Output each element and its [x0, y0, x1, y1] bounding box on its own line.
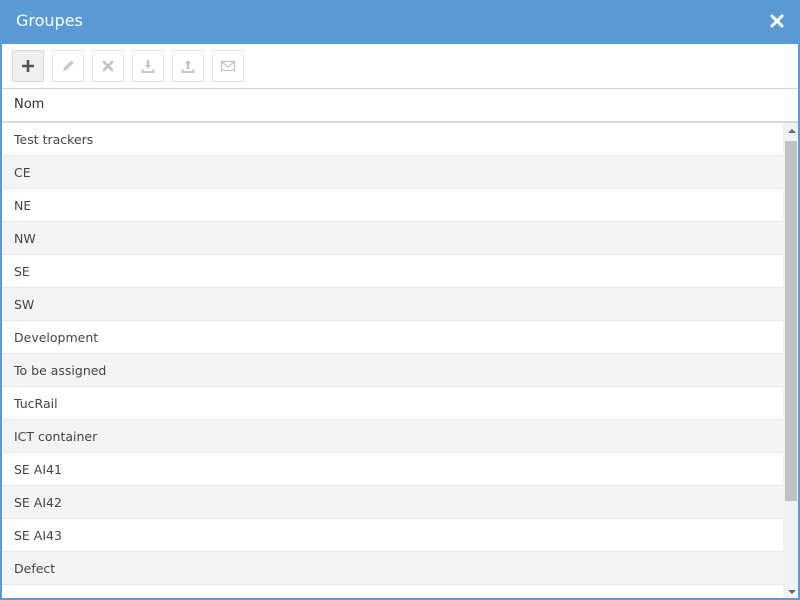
row-label: Test trackers: [14, 132, 94, 147]
delete-button[interactable]: [92, 50, 124, 82]
groups-dialog: Groupes Nom Test trackers CE NE NW SE SW…: [0, 0, 800, 600]
table-row[interactable]: SE: [2, 255, 783, 288]
table-row[interactable]: NE: [2, 189, 783, 222]
import-button[interactable]: [132, 50, 164, 82]
scroll-up-arrow-icon: [787, 129, 796, 133]
row-label: Development: [14, 330, 99, 345]
table-row[interactable]: NW: [2, 222, 783, 255]
x-icon: [102, 60, 114, 72]
add-button[interactable]: [12, 50, 44, 82]
row-label: NE: [14, 198, 32, 213]
scrollbar-thumb[interactable]: [785, 141, 797, 501]
table-row[interactable]: SW: [2, 288, 783, 321]
row-label: SE AI41: [14, 462, 62, 477]
row-label: CE: [14, 165, 31, 180]
groups-list: Test trackers CE NE NW SE SW Development…: [2, 123, 783, 598]
column-header-name[interactable]: Nom: [2, 89, 798, 123]
download-icon: [141, 60, 155, 73]
table-row[interactable]: SE AI43: [2, 519, 783, 552]
scroll-down-button[interactable]: [783, 584, 798, 598]
close-icon: [770, 14, 784, 28]
row-label: SW: [14, 297, 35, 312]
table-row[interactable]: Defect: [2, 552, 783, 585]
plus-icon: [22, 60, 34, 72]
table-row[interactable]: ...: [2, 585, 783, 598]
row-label: ICT container: [14, 429, 98, 444]
row-label: SE AI43: [14, 528, 62, 543]
close-button[interactable]: [768, 12, 786, 30]
row-label: NW: [14, 231, 36, 246]
pencil-icon: [63, 60, 74, 71]
row-label: ...: [14, 594, 26, 598]
row-label: To be assigned: [14, 363, 107, 378]
upload-icon: [181, 60, 195, 73]
scroll-up-button[interactable]: [783, 123, 798, 139]
envelope-icon: [220, 60, 236, 72]
table-row[interactable]: To be assigned: [2, 354, 783, 387]
row-label: SE AI42: [14, 495, 62, 510]
vertical-scrollbar[interactable]: [783, 123, 798, 598]
table-row[interactable]: CE: [2, 156, 783, 189]
row-label: Defect: [14, 561, 56, 576]
export-button[interactable]: [172, 50, 204, 82]
dialog-title: Groupes: [16, 11, 83, 30]
scroll-down-arrow-icon: [787, 590, 796, 594]
row-label: TucRail: [14, 396, 58, 411]
dialog-titlebar: Groupes: [2, 0, 798, 44]
toolbar: [2, 44, 798, 89]
edit-button[interactable]: [52, 50, 84, 82]
table-row[interactable]: ICT container: [2, 420, 783, 453]
table-row[interactable]: Development: [2, 321, 783, 354]
table-row[interactable]: TucRail: [2, 387, 783, 420]
column-header-label: Nom: [14, 97, 45, 112]
email-button[interactable]: [212, 50, 244, 82]
table-row[interactable]: Test trackers: [2, 123, 783, 156]
table-row[interactable]: SE AI41: [2, 453, 783, 486]
row-label: SE: [14, 264, 30, 279]
table-row[interactable]: SE AI42: [2, 486, 783, 519]
